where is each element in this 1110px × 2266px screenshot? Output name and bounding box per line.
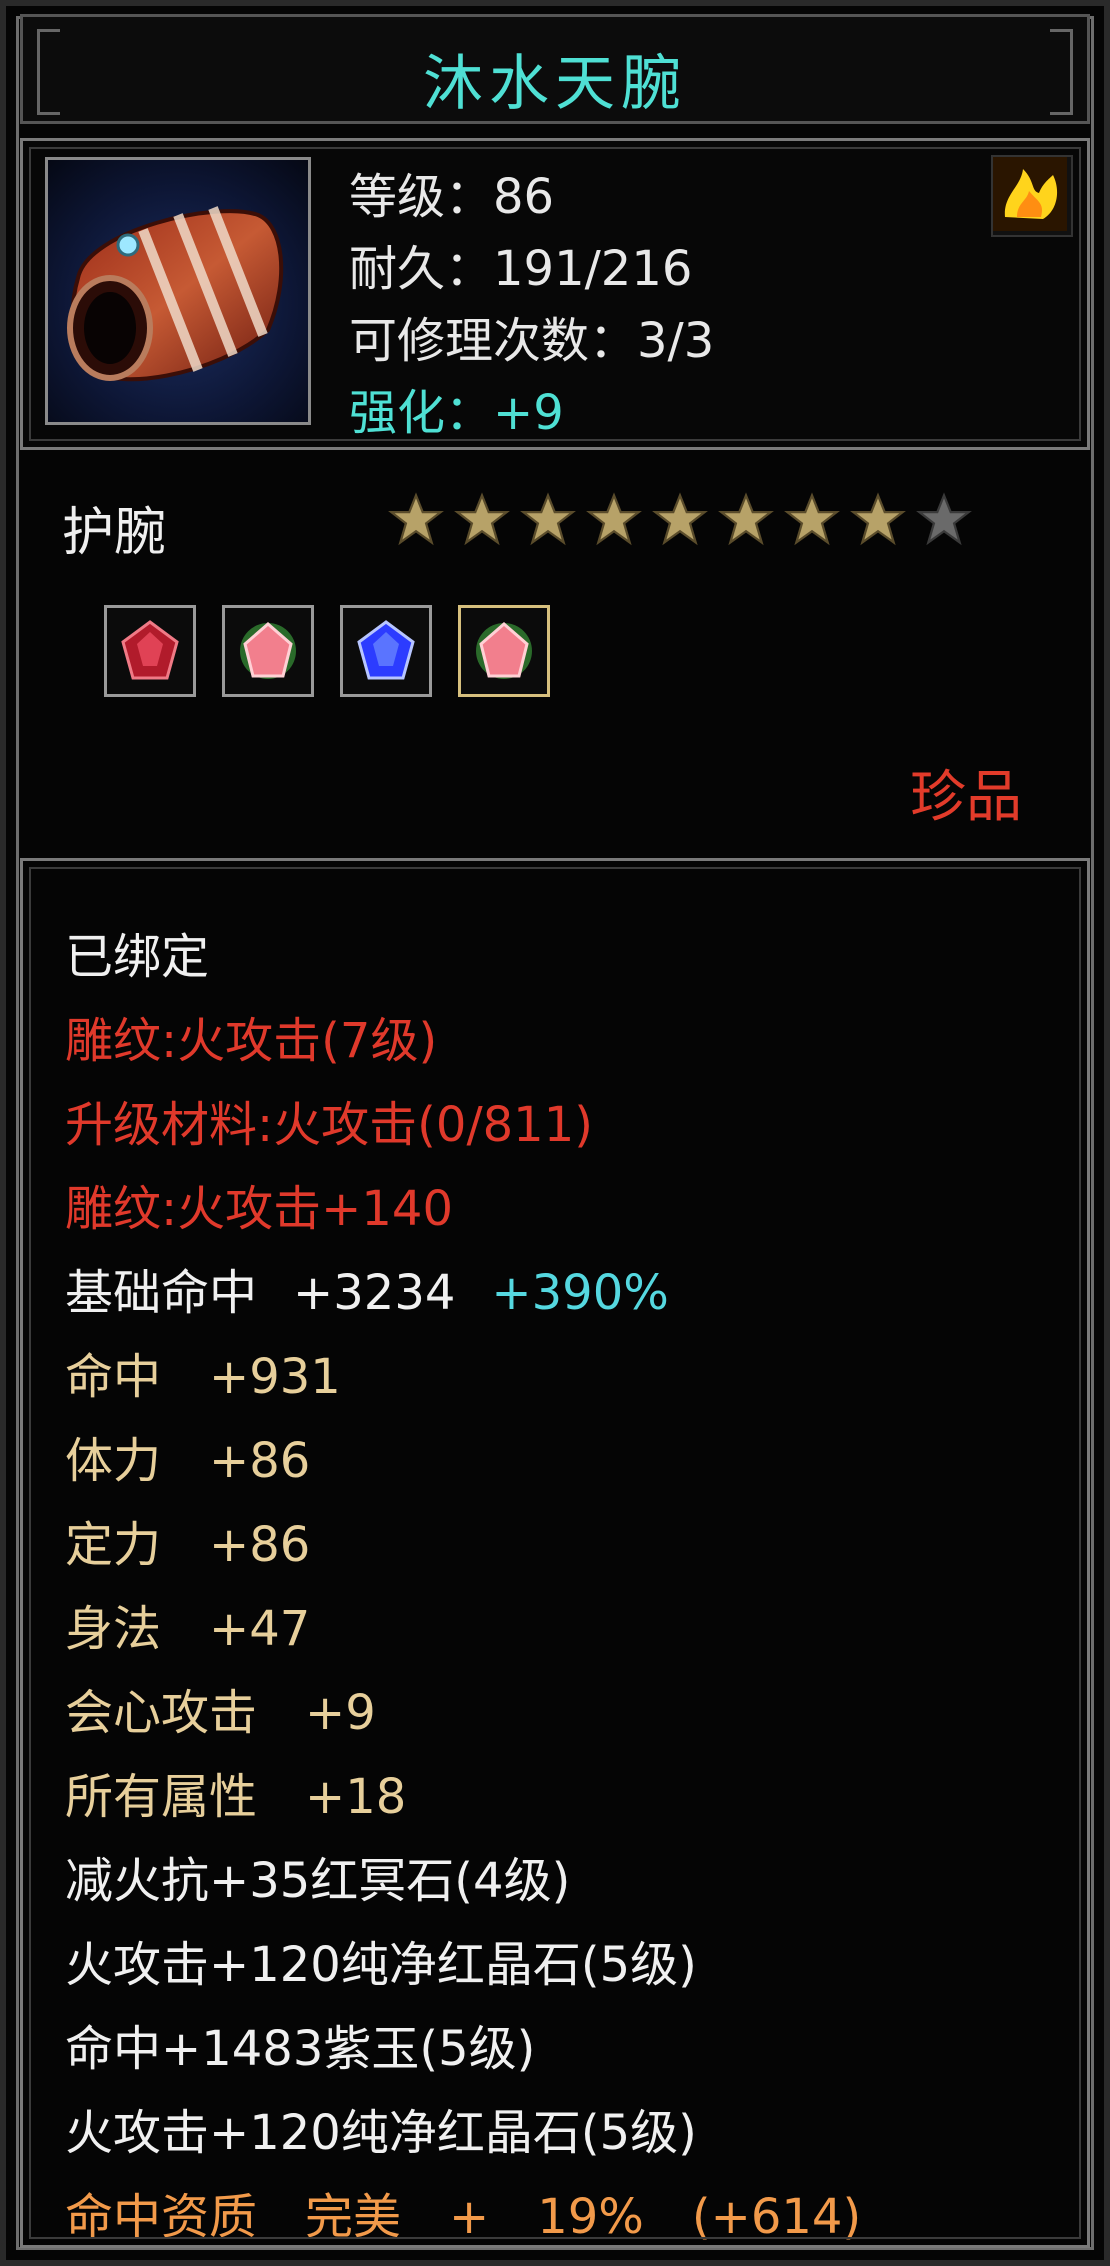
gem-slot-blue[interactable] xyxy=(340,605,432,697)
pink-gem-icon xyxy=(240,622,296,679)
rarity-label: 珍品 xyxy=(910,765,1022,830)
all-attributes-line: 所有属性 +18 xyxy=(65,1769,407,1825)
star-icon xyxy=(652,492,708,546)
gem-slot-red[interactable] xyxy=(104,605,196,697)
focus-line: 定力 +86 xyxy=(65,1517,311,1573)
base-hit-value: +3234 xyxy=(293,1265,456,1321)
crit-line: 会心攻击 +9 xyxy=(65,1685,376,1741)
level-text: 等级：86 xyxy=(349,169,555,225)
item-icon-box xyxy=(45,157,311,425)
durability-text: 耐久：191/216 xyxy=(349,241,693,297)
star-icon xyxy=(454,492,510,546)
pink-gem-icon xyxy=(476,622,532,679)
star-rating xyxy=(388,492,982,552)
item-summary-panel: 等级：86 耐久：191/216 可修理次数：3/3 强化：+9 xyxy=(20,138,1090,450)
agility-line: 身法 +47 xyxy=(65,1601,311,1657)
item-type: 护腕 xyxy=(62,503,167,563)
bracer-icon xyxy=(67,206,284,382)
gem-effect-line-3: 命中+1483紫玉(5级) xyxy=(65,2021,536,2077)
fire-badge-icon xyxy=(991,155,1073,237)
bound-status: 已绑定 xyxy=(65,929,210,985)
gem-slot-pink-selected[interactable] xyxy=(458,605,550,697)
star-icon xyxy=(586,492,642,546)
gem-slot-pink[interactable] xyxy=(222,605,314,697)
base-hit-percent: +390% xyxy=(491,1265,669,1321)
base-hit-label: 基础命中 xyxy=(65,1265,258,1321)
star-icon xyxy=(520,492,576,546)
item-properties-panel: 已绑定 雕纹:火攻击(7级) 升级材料:火攻击(0/811) 雕纹:火攻击+14… xyxy=(20,858,1090,2248)
gem-effect-line-4: 火攻击+120纯净红晶石(5级) xyxy=(65,2105,697,2161)
star-icon xyxy=(388,492,444,546)
star-icon xyxy=(718,492,774,546)
red-gem-icon xyxy=(121,620,179,680)
hit-line: 命中 +931 xyxy=(65,1349,341,1405)
upgrade-material-line: 升级材料:火攻击(0/811) xyxy=(65,1097,593,1153)
repair-count-text: 可修理次数：3/3 xyxy=(349,313,715,369)
property-list: 已绑定 雕纹:火攻击(7级) 升级材料:火攻击(0/811) 雕纹:火攻击+14… xyxy=(65,915,861,2259)
engrave-line-1: 雕纹:火攻击(7级) xyxy=(65,1013,438,1069)
blue-gem-icon xyxy=(357,620,415,680)
item-name: 沐水天腕 xyxy=(423,49,687,119)
base-hit-line: 基础命中 +3234 +390% xyxy=(65,1251,861,1335)
title-bar: 沐水天腕 xyxy=(20,14,1090,124)
enhance-text: 强化：+9 xyxy=(349,385,564,441)
star-icon xyxy=(850,492,906,546)
star-empty-icon xyxy=(916,492,972,546)
engrave-line-2: 雕纹:火攻击+140 xyxy=(65,1181,454,1237)
gem-effect-line-2: 火攻击+120纯净红晶石(5级) xyxy=(65,1937,697,1993)
gem-effect-line-1: 减火抗+35红冥石(4级) xyxy=(65,1853,571,1909)
quality-line: 命中资质 完美 + 19% (+614) xyxy=(65,2189,862,2245)
item-stats: 等级：86 耐久：191/216 可修理次数：3/3 强化：+9 xyxy=(349,161,714,449)
star-icon xyxy=(784,492,840,546)
stamina-line: 体力 +86 xyxy=(65,1433,311,1489)
